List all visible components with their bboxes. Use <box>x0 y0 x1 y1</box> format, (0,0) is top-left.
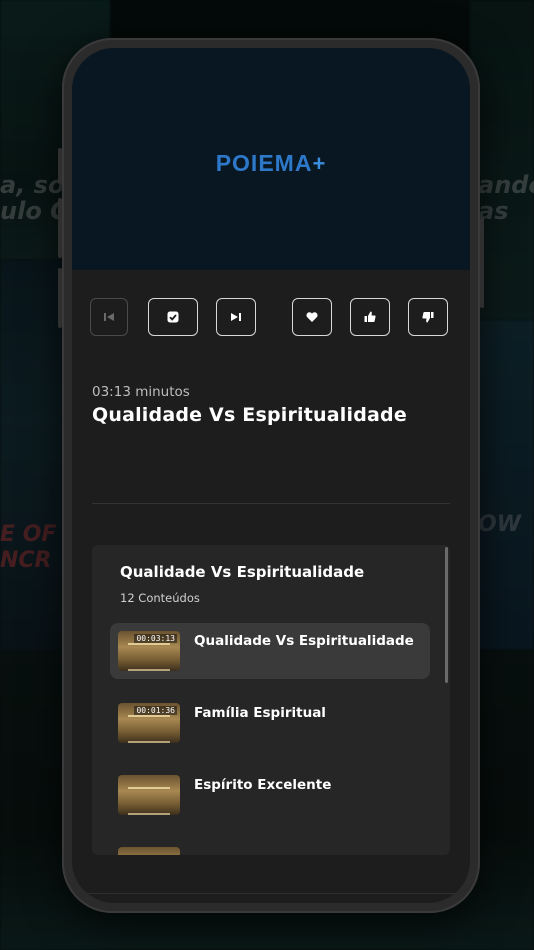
like-button[interactable] <box>350 298 390 336</box>
skip-back-icon <box>104 313 114 321</box>
video-thumbnail: 00:03:13 <box>118 631 180 671</box>
phone-side-button <box>58 198 62 258</box>
playlist-scrollbar[interactable] <box>445 547 448 683</box>
thumbnail-duration: 00:01:36 <box>134 706 177 715</box>
video-thumbnail <box>118 775 180 815</box>
next-button[interactable] <box>216 298 256 336</box>
phone-power-button <box>480 218 484 308</box>
episode-title: Qualidade Vs Espiritualidade <box>92 404 407 426</box>
check-icon <box>167 311 179 323</box>
logo-text: POIEMA <box>215 150 313 176</box>
playlist-item[interactable]: 00:01:36 Família Espiritual <box>110 695 430 751</box>
playlist-item[interactable]: 00:03:13 Qualidade Vs Espiritualidade <box>110 623 430 679</box>
playlist-count: 12 Conteúdos <box>120 591 200 605</box>
video-header: POIEMA+ <box>72 48 470 270</box>
thumbs-down-icon <box>422 312 434 323</box>
playlist-item[interactable]: Espírito Excelente <box>110 767 430 823</box>
heart-icon <box>306 312 318 322</box>
phone-side-button <box>58 148 62 184</box>
thumbnail-duration: 00:03:13 <box>134 634 177 643</box>
skip-forward-icon <box>231 313 241 321</box>
thumbnail-art <box>128 715 170 743</box>
playlist-panel: Qualidade Vs Espiritualidade 12 Conteúdo… <box>92 545 450 855</box>
phone-frame: POIEMA+ 03:13 minutos Qualidade Vs Espir… <box>58 38 484 913</box>
favorite-button[interactable] <box>292 298 332 336</box>
logo-plus: + <box>312 151 327 176</box>
phone-screen: POIEMA+ 03:13 minutos Qualidade Vs Espir… <box>72 48 470 903</box>
divider <box>72 893 470 894</box>
dislike-button[interactable] <box>408 298 448 336</box>
episode-info: 03:13 minutos Qualidade Vs Espiritualida… <box>92 384 452 426</box>
episode-duration: 03:13 minutos <box>92 384 190 400</box>
playlist-item-title: Qualidade Vs Espiritualidade <box>194 633 414 649</box>
playlist-item-title: Espírito Excelente <box>194 777 332 793</box>
divider <box>92 503 450 504</box>
mark-watched-button[interactable] <box>148 298 198 336</box>
playlist-item-title: Família Espiritual <box>194 705 326 721</box>
thumbnail-art <box>128 787 170 815</box>
previous-button[interactable] <box>90 298 128 336</box>
phone-side-button <box>58 268 62 328</box>
playlist-title: Qualidade Vs Espiritualidade <box>120 563 365 581</box>
video-thumbnail: 00:01:36 <box>118 703 180 743</box>
poiema-logo: POIEMA+ <box>72 150 470 177</box>
thumbs-up-icon <box>364 311 376 322</box>
playlist-item[interactable] <box>110 839 430 855</box>
player-controls <box>90 298 452 340</box>
video-thumbnail <box>118 847 180 855</box>
thumbnail-art <box>128 643 170 671</box>
